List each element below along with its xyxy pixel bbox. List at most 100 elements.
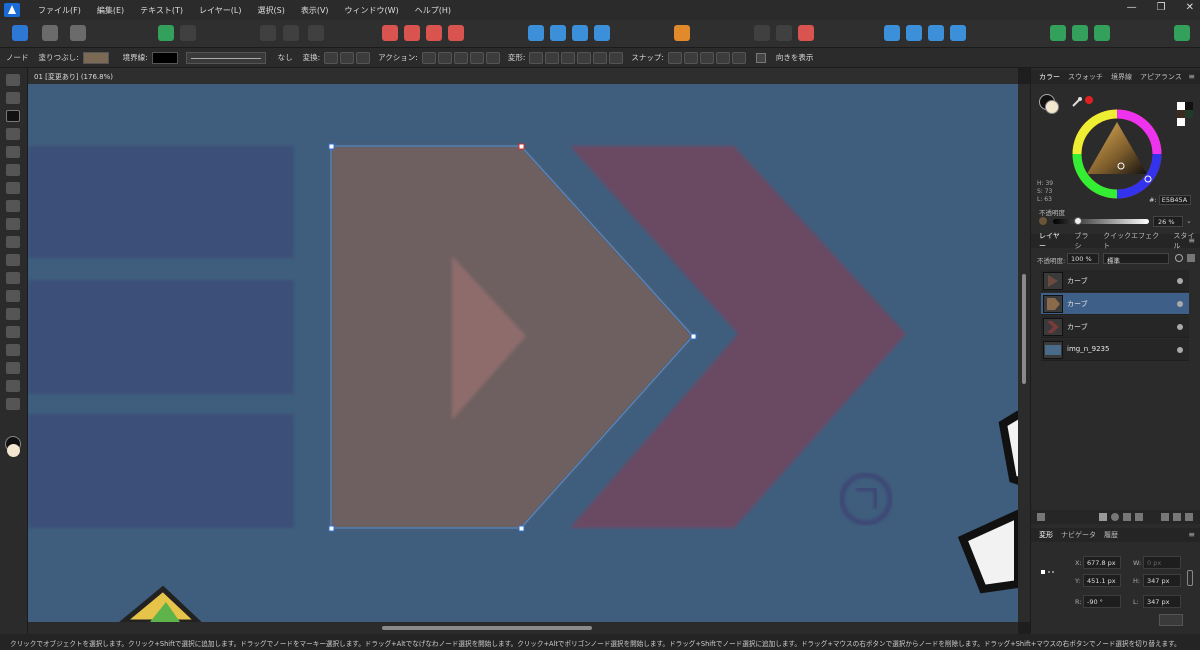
- join-curves-icon[interactable]: [469, 51, 484, 64]
- hide-selection-icon[interactable]: [283, 25, 299, 41]
- menu-window[interactable]: ウィンドウ(W): [345, 5, 399, 16]
- tab-navigator[interactable]: ナビゲータ: [1061, 530, 1096, 540]
- maximize-icon[interactable]: ❐: [1157, 2, 1166, 13]
- snap-option-3-icon[interactable]: [699, 51, 714, 64]
- menu-edit[interactable]: 編集(E): [97, 5, 124, 16]
- menu-text[interactable]: テキスト(T): [140, 5, 183, 16]
- vertical-scroll-thumb[interactable]: [1022, 274, 1026, 384]
- horizontal-scrollbar[interactable]: [28, 622, 1018, 634]
- opacity-slider-handle[interactable]: [1073, 217, 1082, 225]
- add-layer-icon[interactable]: [1037, 513, 1045, 521]
- boolean-subtract-icon[interactable]: [404, 25, 420, 41]
- tab-styles[interactable]: スタイル: [1173, 231, 1200, 251]
- rotation-field[interactable]: -90 °: [1083, 595, 1121, 608]
- align-nodes-top-icon[interactable]: [593, 51, 608, 64]
- transform-origin-button[interactable]: [1159, 614, 1183, 626]
- document-tab[interactable]: 01 [変更あり] (176.8%): [28, 68, 1018, 84]
- tab-brushes[interactable]: ブラシ: [1074, 231, 1095, 251]
- vector-brush-tool-icon[interactable]: [6, 200, 20, 212]
- mask-icon[interactable]: [1099, 513, 1107, 521]
- reverse-curve-icon[interactable]: [485, 51, 500, 64]
- x-position-field[interactable]: 677.8 px: [1083, 556, 1121, 569]
- node-handle-bottom-left[interactable]: [328, 525, 335, 532]
- canvas[interactable]: [28, 84, 1018, 622]
- tab-quick-effects[interactable]: クイックエフェクト: [1103, 231, 1165, 251]
- tab-stroke[interactable]: 境界線: [1111, 72, 1132, 82]
- boolean-intersect-icon[interactable]: [426, 25, 442, 41]
- menu-select[interactable]: 選択(S): [258, 5, 285, 16]
- menu-help[interactable]: ヘルプ(H): [415, 5, 451, 16]
- align-nodes-right-icon[interactable]: [577, 51, 592, 64]
- move-to-front-icon[interactable]: [950, 25, 966, 41]
- snap-option-2-icon[interactable]: [683, 51, 698, 64]
- flip-vertical-icon[interactable]: [550, 25, 566, 41]
- layer-row[interactable]: カーブ: [1041, 316, 1189, 338]
- smooth-curve-icon[interactable]: [453, 51, 468, 64]
- move-back-one-icon[interactable]: [906, 25, 922, 41]
- horizontal-scroll-thumb[interactable]: [382, 626, 592, 630]
- account-icon[interactable]: [1174, 25, 1190, 41]
- opacity-slider[interactable]: [1053, 219, 1149, 224]
- break-curve-icon[interactable]: [421, 51, 436, 64]
- snap-option-1-icon[interactable]: [667, 51, 682, 64]
- stroke-style-preview[interactable]: [185, 51, 266, 64]
- tab-layers[interactable]: レイヤー: [1039, 231, 1066, 251]
- lock-icon[interactable]: [308, 25, 324, 41]
- boolean-xor-icon[interactable]: [448, 25, 464, 41]
- layer-settings-icon[interactable]: [1175, 254, 1183, 262]
- link-proportions-icon[interactable]: [1187, 570, 1193, 586]
- magnet-icon[interactable]: [798, 25, 814, 41]
- tab-color[interactable]: カラー: [1039, 72, 1060, 82]
- group-icon[interactable]: [1135, 513, 1143, 521]
- layer-visibility-icon[interactable]: [1177, 278, 1183, 284]
- transform-menu-icon[interactable]: ≡: [1188, 530, 1195, 539]
- panel-menu-icon[interactable]: ≡: [1188, 72, 1195, 81]
- node-handle-tip[interactable]: [690, 333, 697, 340]
- menu-view[interactable]: 表示(V): [301, 5, 329, 16]
- fill-color-well[interactable]: [7, 444, 20, 457]
- align-nodes-center-icon[interactable]: [561, 51, 576, 64]
- minimize-icon[interactable]: —: [1127, 2, 1137, 13]
- menu-layer[interactable]: レイヤー(L): [199, 5, 241, 16]
- fill-well-small[interactable]: [1045, 100, 1059, 114]
- layer-row[interactable]: img_n_9235: [1041, 339, 1189, 361]
- move-to-back-icon[interactable]: [884, 25, 900, 41]
- layer-row-selected[interactable]: カーブ: [1041, 293, 1189, 315]
- duplicate-layer-icon[interactable]: [1161, 513, 1169, 521]
- layers-menu-icon[interactable]: ≡: [1188, 236, 1195, 245]
- layer-visibility-icon[interactable]: [1177, 347, 1183, 353]
- move-tool-icon[interactable]: [6, 74, 20, 86]
- blend-mode-select[interactable]: 標準: [1103, 253, 1169, 265]
- align-nodes-bottom-icon[interactable]: [609, 51, 624, 64]
- corner-tool-icon[interactable]: [6, 146, 20, 158]
- height-field[interactable]: 347 px: [1143, 574, 1181, 587]
- convert-sharp-icon[interactable]: [324, 51, 339, 64]
- fill-tool-icon[interactable]: [6, 218, 20, 230]
- layer-opacity-field[interactable]: 100 %: [1067, 253, 1099, 264]
- color-picker-tool-icon[interactable]: [6, 380, 20, 392]
- anchor-selector-icon[interactable]: [1041, 568, 1055, 574]
- align-nodes-left-icon[interactable]: [545, 51, 560, 64]
- rotate-left-icon[interactable]: [572, 25, 588, 41]
- triangle-tool-icon[interactable]: [6, 326, 20, 338]
- zoom-tool-icon[interactable]: [6, 398, 20, 410]
- snapping-icon[interactable]: [754, 25, 770, 41]
- close-icon[interactable]: ✕: [1186, 2, 1194, 13]
- ellipse-tool-icon[interactable]: [6, 308, 20, 320]
- rectangle-tool-icon[interactable]: [6, 290, 20, 302]
- convert-smart-icon[interactable]: [356, 51, 371, 64]
- transparency-tool-icon[interactable]: [6, 236, 20, 248]
- designer-persona-icon[interactable]: [12, 25, 28, 41]
- document-settings-icon[interactable]: [158, 25, 174, 41]
- layer-visibility-icon[interactable]: [1177, 324, 1183, 330]
- preferences-icon[interactable]: [180, 25, 196, 41]
- layer-options-icon[interactable]: [1173, 513, 1181, 521]
- hsl-color-wheel[interactable]: [1071, 108, 1163, 202]
- snap-option-4-icon[interactable]: [715, 51, 730, 64]
- snapping-options-icon[interactable]: [776, 25, 792, 41]
- node-tool-icon[interactable]: [6, 110, 20, 122]
- artboard-tool-icon[interactable]: [6, 92, 20, 104]
- tab-history[interactable]: 履歴: [1104, 530, 1118, 540]
- vertical-scrollbar[interactable]: [1018, 84, 1030, 622]
- pencil-tool-icon[interactable]: [6, 182, 20, 194]
